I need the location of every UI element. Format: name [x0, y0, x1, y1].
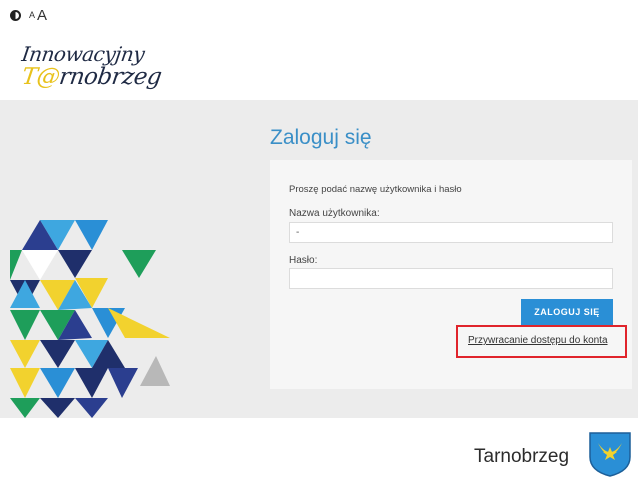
deco-triangle: [75, 398, 108, 418]
logo-line-1: Innowacyjny: [20, 42, 146, 66]
font-size-large-button[interactable]: A: [37, 7, 47, 24]
deco-triangle: [10, 368, 40, 398]
deco-triangle: [75, 220, 108, 250]
login-button[interactable]: ZALOGUJ SIĘ: [521, 299, 613, 325]
password-input[interactable]: [289, 268, 613, 289]
deco-triangle: [10, 250, 22, 280]
deco-triangle: [140, 356, 170, 386]
city-crest-icon: [589, 432, 631, 477]
login-form: Proszę podać nazwę użytkownika i hasło N…: [270, 160, 632, 389]
decorative-triangles: [10, 220, 170, 418]
password-label: Hasło:: [289, 255, 318, 266]
logo-at-symbol: T@: [20, 64, 62, 90]
deco-triangle: [75, 368, 108, 398]
deco-triangle: [40, 368, 75, 398]
deco-triangle: [122, 250, 156, 278]
font-size-small-button[interactable]: A: [29, 10, 35, 20]
deco-triangle: [22, 250, 58, 280]
page-title: Zaloguj się: [270, 126, 372, 149]
logo-line-2-rest: rnobrzeg: [57, 64, 163, 90]
logo-line-2: T@rnobrzeg: [20, 64, 163, 90]
username-label: Nazwa użytkownika:: [289, 208, 380, 219]
accessibility-toolbar: A A: [10, 6, 47, 24]
login-section: Zaloguj się Proszę podać nazwę użytkowni…: [0, 100, 638, 418]
deco-triangle: [108, 368, 138, 398]
deco-triangle: [10, 340, 40, 368]
recover-account-link[interactable]: Przywracanie dostępu do konta: [468, 335, 608, 346]
deco-triangle: [58, 250, 92, 278]
site-logo[interactable]: Innowacyjny T@rnobrzeg: [20, 42, 163, 98]
username-input[interactable]: [289, 222, 613, 243]
footer-city-name: Tarnobrzeg: [474, 446, 570, 467]
contrast-icon[interactable]: [10, 9, 21, 21]
deco-triangle: [40, 340, 75, 368]
deco-triangle: [10, 310, 40, 340]
deco-triangle: [10, 398, 40, 418]
deco-triangle: [40, 398, 75, 418]
login-instruction: Proszę podać nazwę użytkownika i hasło: [289, 184, 462, 195]
